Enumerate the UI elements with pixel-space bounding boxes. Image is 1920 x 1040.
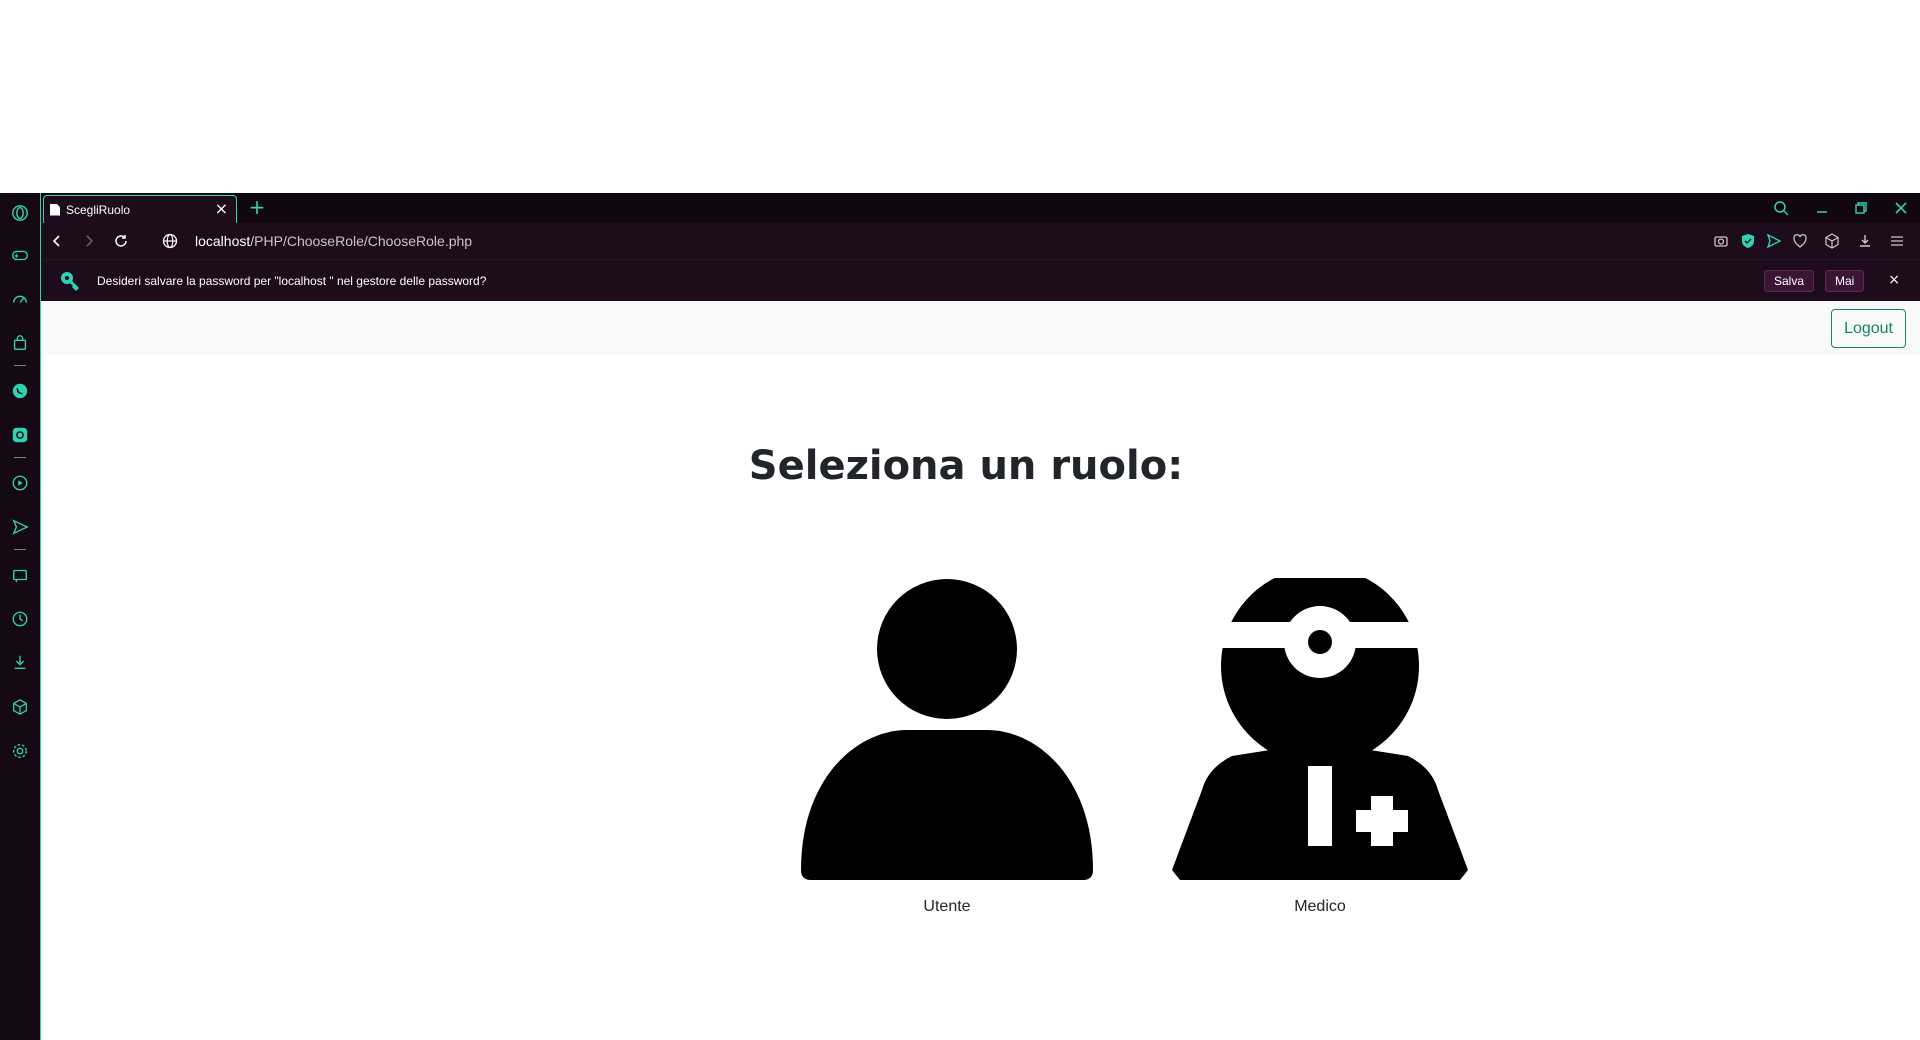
restore-icon[interactable]	[1850, 197, 1872, 219]
download-icon[interactable]	[1856, 232, 1874, 250]
browser-chrome: ScegliRuolo × + localhost/PHP/ChooseRole…	[41, 193, 1920, 301]
user-icon	[801, 579, 1093, 880]
extensions-icon[interactable]	[1823, 232, 1841, 250]
never-save-button[interactable]: Mai	[1825, 270, 1865, 292]
password-prompt-text: Desideri salvare la password per "localh…	[97, 274, 487, 288]
camera-icon[interactable]	[1712, 232, 1730, 250]
heart-icon[interactable]	[1791, 232, 1809, 250]
browser-sidebar	[0, 193, 41, 1040]
tab-close-icon[interactable]: ×	[215, 201, 228, 217]
history-icon[interactable]	[8, 607, 32, 631]
speedometer-icon[interactable]	[8, 287, 32, 311]
url-host: localhost	[195, 233, 251, 249]
send-icon[interactable]	[8, 515, 32, 539]
desktop-background	[0, 0, 1920, 193]
role-label-doctor: Medico	[1294, 898, 1346, 915]
address-bar: localhost/PHP/ChooseRole/ChooseRole.php	[41, 223, 1920, 259]
doctor-icon	[1172, 578, 1468, 880]
page-content: Logout Seleziona un ruolo: Utente Medico	[41, 301, 1920, 1040]
reload-icon[interactable]	[111, 231, 131, 251]
url-field[interactable]: localhost/PHP/ChooseRole/ChooseRole.php	[195, 233, 472, 249]
easy-setup-menu-icon[interactable]	[1888, 232, 1906, 250]
close-password-bar-icon[interactable]: ×	[1888, 272, 1900, 288]
page-title: Seleziona un ruolo:	[748, 443, 1184, 489]
extensions-cube-icon[interactable]	[8, 695, 32, 719]
key-icon	[59, 270, 81, 292]
settings-gear-icon[interactable]	[8, 739, 32, 763]
shopping-bag-icon[interactable]	[8, 331, 32, 355]
opera-logo-icon[interactable]	[8, 201, 32, 225]
tab-active[interactable]: ScegliRuolo ×	[43, 195, 237, 223]
close-window-icon[interactable]	[1890, 197, 1912, 219]
tab-bar: ScegliRuolo × +	[41, 193, 1920, 223]
player-icon[interactable]	[8, 471, 32, 495]
role-option-doctor[interactable]: Medico	[1169, 578, 1471, 916]
minimize-icon[interactable]	[1811, 197, 1833, 219]
save-password-button[interactable]: Salva	[1764, 270, 1815, 292]
whatsapp-icon[interactable]	[8, 379, 32, 403]
downloads-icon[interactable]	[8, 650, 32, 674]
url-path: /PHP/ChooseRole/ChooseRole.php	[250, 233, 473, 249]
logout-button[interactable]: Logout	[1831, 309, 1906, 348]
navbar: Logout	[41, 301, 1920, 355]
back-icon[interactable]	[47, 231, 67, 251]
search-tabs-icon[interactable]	[1770, 197, 1792, 219]
gamepad-icon[interactable]	[8, 243, 32, 267]
tab-title: ScegliRuolo	[66, 202, 131, 217]
role-label-user: Utente	[923, 898, 971, 915]
site-info-globe-icon[interactable]	[161, 232, 179, 250]
tabs-icon[interactable]	[8, 563, 32, 587]
save-password-bar: Desideri salvare la password per "localh…	[41, 259, 1920, 301]
new-tab-plus-icon[interactable]: +	[245, 195, 269, 219]
instagram-icon[interactable]	[8, 423, 32, 447]
adblock-shield-icon[interactable]	[1739, 232, 1757, 250]
role-option-user[interactable]: Utente	[796, 578, 1098, 916]
document-icon	[50, 203, 60, 216]
forward-icon[interactable]	[79, 231, 99, 251]
flow-send-icon[interactable]	[1765, 232, 1783, 250]
